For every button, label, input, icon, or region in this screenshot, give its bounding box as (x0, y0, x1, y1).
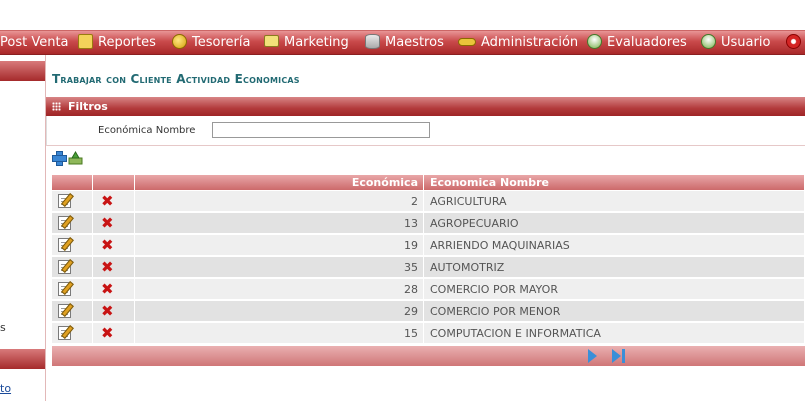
sidebar-section-header (0, 349, 45, 369)
delete-icon[interactable]: ✖ (101, 303, 114, 320)
sidebar-text-fragment: s (0, 321, 6, 334)
delete-cell: ✖ (93, 235, 135, 256)
close-icon (786, 33, 801, 49)
name-cell: AGROPECUARIO (424, 213, 805, 234)
screen-icon (264, 35, 279, 47)
delete-cell: ✖ (93, 191, 135, 212)
menu-label: Marketing (284, 35, 349, 50)
results-grid: Económica Economica Nombre ✖ 2 AGRICULTURA… (52, 175, 805, 344)
edit-icon[interactable] (58, 282, 71, 296)
edit-icon[interactable] (58, 238, 71, 252)
name-cell: COMPUTACION E INFORMATICA (424, 323, 805, 344)
menu-item-reportes[interactable]: Reportes (78, 31, 156, 54)
sidebar-section-header (0, 61, 45, 81)
document-icon (78, 33, 93, 49)
last-page-icon[interactable] (612, 349, 626, 363)
database-icon (365, 33, 380, 49)
delete-cell: ✖ (93, 301, 135, 322)
table-row: ✖ 35 AUTOMOTRIZ (52, 257, 805, 279)
table-row: ✖ 15 COMPUTACION E INFORMATICA (52, 323, 805, 345)
menu-label: Tesorería (192, 35, 251, 50)
main-menu-bar: Post Venta Reportes Tesorería Marketing … (0, 30, 805, 55)
name-cell: COMERCIO POR MENOR (424, 301, 805, 322)
grid-pager (52, 346, 805, 366)
left-sidebar: s to (0, 55, 46, 401)
code-cell: 15 (135, 323, 424, 344)
code-cell: 29 (135, 301, 424, 322)
menu-label: Usuario (721, 35, 771, 50)
sidebar-link[interactable]: to (0, 382, 11, 395)
menu-label: Post Venta (0, 35, 69, 50)
delete-cell: ✖ (93, 257, 135, 278)
delete-cell: ✖ (93, 279, 135, 300)
delete-icon[interactable]: ✖ (101, 325, 114, 342)
menu-label: Maestros (385, 35, 444, 50)
filter-label: Económica Nombre (98, 125, 196, 136)
edit-icon[interactable] (58, 216, 71, 230)
table-row: ✖ 19 ARRIENDO MAQUINARIAS (52, 235, 805, 257)
name-cell: AGRICULTURA (424, 191, 805, 212)
coin-icon (172, 33, 187, 49)
delete-icon[interactable]: ✖ (101, 215, 114, 232)
menu-item-tesoreria[interactable]: Tesorería (172, 31, 251, 54)
edit-cell (52, 279, 93, 300)
menu-item-marketing[interactable]: Marketing (264, 31, 349, 54)
page-title: Trabajar con Cliente Actividad Economica… (52, 72, 300, 86)
table-row: ✖ 29 COMERCIO POR MENOR (52, 301, 805, 323)
code-cell: 35 (135, 257, 424, 278)
logout-button[interactable] (786, 31, 801, 54)
edit-cell (52, 191, 93, 212)
code-cell: 28 (135, 279, 424, 300)
filter-panel-header[interactable]: Filtros (46, 97, 805, 116)
edit-cell (52, 323, 93, 344)
menu-item-maestros[interactable]: Maestros (365, 31, 444, 54)
grid-header-delete (93, 175, 135, 190)
menu-label: Reportes (98, 35, 156, 50)
grid-header-edit (52, 175, 93, 190)
people-icon (587, 33, 602, 49)
name-cell: COMERCIO POR MAYOR (424, 279, 805, 300)
edit-icon[interactable] (58, 260, 71, 274)
edit-cell (52, 235, 93, 256)
export-icon[interactable] (68, 150, 83, 165)
economica-nombre-input[interactable] (212, 122, 430, 138)
delete-icon[interactable]: ✖ (101, 193, 114, 210)
name-cell: AUTOMOTRIZ (424, 257, 805, 278)
delete-icon[interactable]: ✖ (101, 237, 114, 254)
edit-icon[interactable] (58, 304, 71, 318)
delete-icon[interactable]: ✖ (101, 259, 114, 276)
edit-icon[interactable] (58, 194, 71, 208)
add-icon[interactable] (52, 151, 67, 166)
table-row: ✖ 13 AGROPECUARIO (52, 213, 805, 235)
menu-item-post-venta[interactable]: Post Venta (0, 31, 69, 54)
grid-header-code[interactable]: Económica (135, 175, 424, 190)
code-cell: 13 (135, 213, 424, 234)
code-cell: 19 (135, 235, 424, 256)
menu-label: Evaluadores (607, 35, 687, 50)
menu-label: Administración (481, 35, 579, 50)
menu-item-usuario[interactable]: Usuario (701, 31, 771, 54)
filter-panel-title: Filtros (68, 100, 108, 113)
menu-item-administracion[interactable]: Administración (458, 31, 579, 54)
next-page-icon[interactable] (588, 349, 597, 363)
delete-cell: ✖ (93, 213, 135, 234)
edit-icon[interactable] (58, 326, 71, 340)
grid-header-name[interactable]: Economica Nombre (424, 175, 805, 190)
code-cell: 2 (135, 191, 424, 212)
grip-icon (52, 102, 61, 111)
delete-icon[interactable]: ✖ (101, 281, 114, 298)
name-cell: ARRIENDO MAQUINARIAS (424, 235, 805, 256)
edit-cell (52, 213, 93, 234)
menu-item-evaluadores[interactable]: Evaluadores (587, 31, 687, 54)
table-row: ✖ 28 COMERCIO POR MAYOR (52, 279, 805, 301)
key-icon (458, 38, 476, 46)
edit-cell (52, 301, 93, 322)
people-icon (701, 33, 716, 49)
grid-header-row: Económica Economica Nombre (52, 175, 805, 190)
delete-cell: ✖ (93, 323, 135, 344)
table-row: ✖ 2 AGRICULTURA (52, 191, 805, 213)
edit-cell (52, 257, 93, 278)
